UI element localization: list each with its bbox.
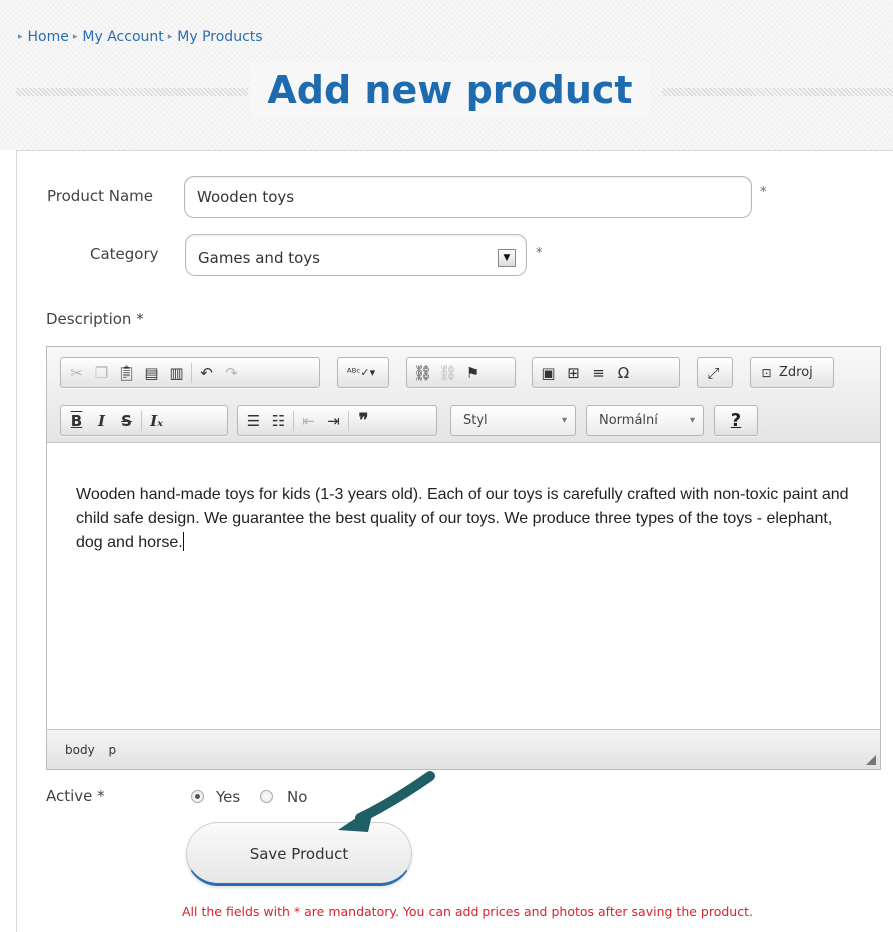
image-icon[interactable]: ▣: [536, 361, 561, 385]
breadcrumb-my-account[interactable]: My Account: [82, 29, 163, 45]
chevron-down-icon: ▾: [689, 415, 695, 426]
editor-toolbar: ✂ ❐ 📋︎ ▤ ▥ ↶ ↷ ᴬᴮᶜ✓▾ ⛓ ⛓ ⚑ ▣ ⊞ ≡ Ω ⤢ ⊡ Z: [47, 347, 880, 443]
required-marker: *: [760, 185, 767, 200]
numbered-list-icon[interactable]: ☰: [241, 409, 266, 433]
format-combo[interactable]: Normální ▾: [586, 405, 704, 436]
bulleted-list-icon[interactable]: ☷: [266, 409, 291, 433]
mandatory-fields-note: All the fields with * are mandatory. You…: [182, 904, 753, 919]
title-decoration-right: [662, 88, 893, 96]
clipboard-toolbar-group: ✂ ❐ 📋︎ ▤ ▥ ↶ ↷: [60, 357, 320, 388]
chevron-down-icon[interactable]: ▼: [498, 249, 516, 267]
bold-icon[interactable]: B: [64, 409, 89, 433]
editor-content[interactable]: Wooden hand-made toys for kids (1-3 year…: [47, 444, 880, 729]
link-toolbar-group: ⛓ ⛓ ⚑: [406, 357, 516, 388]
breadcrumb-home[interactable]: Home: [28, 29, 69, 45]
help-button[interactable]: ?: [731, 410, 741, 431]
page-title: Add new product: [250, 62, 650, 118]
basic-style-toolbar-group: B I S Iₓ: [60, 405, 228, 436]
horizontal-rule-icon[interactable]: ≡: [586, 361, 611, 385]
link-icon[interactable]: ⛓: [410, 361, 435, 385]
required-marker: *: [536, 246, 543, 261]
editor-statusbar: body p: [47, 729, 880, 769]
list-toolbar-group: ☰ ☷ ⇤ ⇥ ❞: [237, 405, 437, 436]
toolbar-divider: [293, 410, 294, 431]
resize-grip-icon[interactable]: [866, 755, 876, 765]
page-title-area: Add new product: [0, 62, 893, 118]
description-label: Description *: [46, 310, 144, 328]
redo-icon[interactable]: ↷: [219, 361, 244, 385]
style-combo[interactable]: Styl ▾: [450, 405, 576, 436]
strike-icon[interactable]: S: [114, 409, 139, 433]
maximize-toolbar-group: ⤢: [697, 357, 733, 388]
element-path-p[interactable]: p: [109, 743, 117, 757]
breadcrumb-bullet-icon: ▸: [72, 32, 78, 42]
chevron-down-icon: ▾: [561, 415, 567, 426]
undo-icon[interactable]: ↶: [194, 361, 219, 385]
italic-icon[interactable]: I: [89, 409, 114, 433]
breadcrumb-bullet-icon: ▸: [167, 32, 173, 42]
table-icon[interactable]: ⊞: [561, 361, 586, 385]
toolbar-divider: [348, 410, 349, 431]
spellcheck-toolbar-group: ᴬᴮᶜ✓▾: [337, 357, 389, 388]
active-yes-label[interactable]: Yes: [216, 788, 240, 806]
paste-icon[interactable]: 📋︎: [114, 361, 139, 385]
source-icon[interactable]: ⊡: [754, 361, 779, 385]
element-path-body[interactable]: body: [65, 743, 95, 757]
style-combo-label: Styl: [463, 413, 488, 428]
toolbar-divider: [191, 362, 192, 383]
product-name-input[interactable]: Wooden toys: [184, 176, 752, 218]
active-no-radio[interactable]: [260, 790, 273, 803]
category-label: Category: [90, 245, 159, 263]
category-select[interactable]: Games and toys ▼: [185, 234, 527, 276]
active-no-label[interactable]: No: [287, 788, 307, 806]
pointer-arrow-icon: [338, 771, 435, 832]
format-combo-label: Normální: [599, 413, 658, 428]
maximize-icon[interactable]: ⤢: [701, 361, 726, 385]
blockquote-icon[interactable]: ❞: [351, 409, 376, 433]
product-name-label: Product Name: [47, 187, 153, 205]
text-caret: [182, 532, 184, 551]
remove-format-icon[interactable]: Iₓ: [144, 409, 169, 433]
insert-toolbar-group: ▣ ⊞ ≡ Ω: [532, 357, 680, 388]
toolbar-divider: [141, 410, 142, 431]
active-label: Active *: [46, 787, 105, 805]
special-char-icon[interactable]: Ω: [611, 361, 636, 385]
cut-icon[interactable]: ✂: [64, 361, 89, 385]
breadcrumb: ▸ Home ▸ My Account ▸ My Products: [18, 29, 263, 45]
anchor-icon[interactable]: ⚑: [460, 361, 485, 385]
unlink-icon[interactable]: ⛓: [435, 361, 460, 385]
copy-icon[interactable]: ❐: [89, 361, 114, 385]
title-decoration-left: [16, 88, 248, 96]
spellcheck-icon[interactable]: ᴬᴮᶜ✓▾: [341, 361, 381, 385]
description-text: Wooden hand-made toys for kids (1-3 year…: [76, 486, 849, 551]
help-toolbar-group: ?: [714, 405, 758, 436]
indent-icon[interactable]: ⇥: [321, 409, 346, 433]
active-yes-radio[interactable]: [191, 790, 204, 803]
paste-word-icon[interactable]: ▥: [164, 361, 189, 385]
outdent-icon[interactable]: ⇤: [296, 409, 321, 433]
breadcrumb-my-products[interactable]: My Products: [177, 29, 262, 45]
paste-text-icon[interactable]: ▤: [139, 361, 164, 385]
rich-text-editor: ✂ ❐ 📋︎ ▤ ▥ ↶ ↷ ᴬᴮᶜ✓▾ ⛓ ⛓ ⚑ ▣ ⊞ ≡ Ω ⤢ ⊡ Z: [46, 346, 881, 770]
source-toolbar-group: ⊡ Zdroj: [750, 357, 834, 388]
breadcrumb-bullet-icon: ▸: [18, 32, 23, 42]
source-button-label[interactable]: Zdroj: [779, 365, 813, 380]
category-selected-value: Games and toys: [198, 249, 320, 267]
